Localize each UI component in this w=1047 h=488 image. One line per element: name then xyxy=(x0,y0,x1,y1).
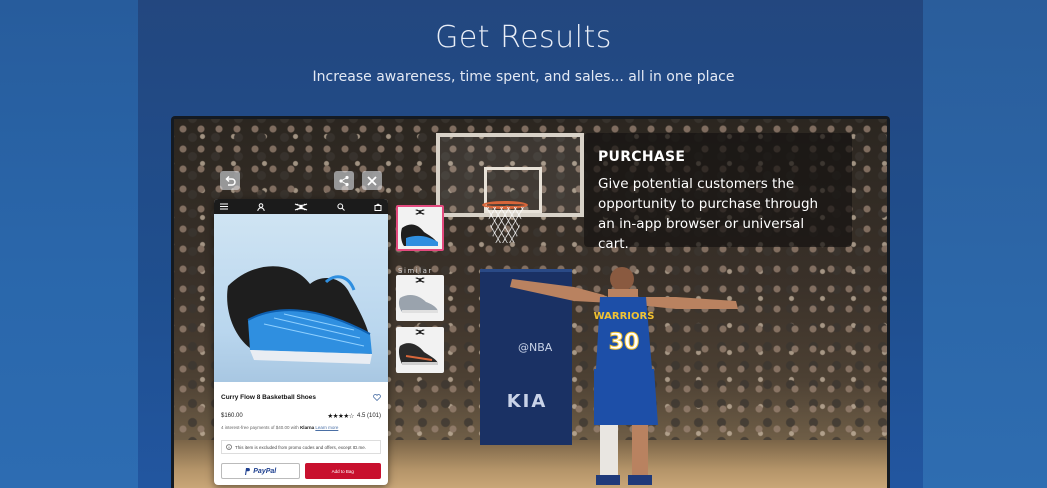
paypal-label: PayPal xyxy=(253,467,277,475)
rating-stars: ★★★★☆ xyxy=(327,413,354,420)
brand-logo-icon[interactable] xyxy=(294,202,308,211)
device-frame: @NBA KIA WARRIORS 30 PURCHASE Give poten… xyxy=(171,116,890,488)
product-rating[interactable]: ★★★★☆ 4.5 (101) xyxy=(327,412,381,420)
share-button[interactable] xyxy=(334,171,354,190)
exclusion-text: This item is excluded from promo codes a… xyxy=(235,444,366,450)
product-browser-panel: Curry Flow 8 Basketball Shoes $160.00 ★★… xyxy=(214,199,388,485)
page-title: Get Results xyxy=(435,20,612,55)
share-icon xyxy=(339,175,349,186)
paypal-button[interactable]: PayPal xyxy=(221,463,300,479)
shoe-thumbnail-icon xyxy=(398,343,438,365)
close-button[interactable] xyxy=(362,171,382,190)
bag-icon[interactable] xyxy=(374,203,382,211)
purchase-info-card: PURCHASE Give potential customers the op… xyxy=(584,133,852,252)
favorite-heart-icon[interactable] xyxy=(373,388,381,406)
klarna-brand: Klarna xyxy=(300,425,315,430)
product-thumbnail-1[interactable] xyxy=(396,205,444,251)
product-thumbnail-2[interactable] xyxy=(396,275,444,321)
browser-nav-bar xyxy=(214,199,388,214)
page-subtitle: Increase awareness, time spent, and sale… xyxy=(312,69,735,85)
product-image xyxy=(214,214,388,382)
shoe-thumbnail-icon xyxy=(398,295,438,313)
rating-text: 4.5 (101) xyxy=(356,413,381,419)
product-thumbnail-3[interactable] xyxy=(396,327,444,373)
brand-logo-icon xyxy=(398,207,442,216)
account-icon[interactable] xyxy=(257,202,265,211)
installments-note: 4 interest-free payments of $40.00 with … xyxy=(221,425,381,430)
learn-more-link[interactable]: Learn more xyxy=(315,425,338,430)
close-icon xyxy=(367,175,377,186)
shoe-thumbnail-icon xyxy=(400,224,438,246)
back-button[interactable] xyxy=(220,171,240,190)
info-icon xyxy=(226,444,232,450)
brand-logo-icon xyxy=(396,275,444,284)
jersey-team-text: WARRIORS xyxy=(594,311,655,322)
player-figure: WARRIORS 30 xyxy=(510,267,738,485)
installments-text: 4 interest-free payments of $40.00 with xyxy=(221,425,299,430)
paypal-icon xyxy=(245,467,251,475)
info-card-title: PURCHASE xyxy=(598,149,686,165)
promo-exclusion-note: This item is excluded from promo codes a… xyxy=(221,440,381,454)
brand-logo-icon xyxy=(396,327,444,336)
search-icon[interactable] xyxy=(337,202,345,211)
checkout-buttons: PayPal Add to Bag xyxy=(221,463,381,479)
jersey-number: 30 xyxy=(609,330,640,355)
similar-label: Similar xyxy=(398,267,433,275)
shoe-image xyxy=(227,266,372,364)
video-screen: @NBA KIA WARRIORS 30 PURCHASE Give poten… xyxy=(174,119,887,488)
back-icon xyxy=(225,175,236,186)
menu-icon[interactable] xyxy=(220,203,228,210)
product-price: $160.00 xyxy=(221,413,243,419)
add-to-bag-button[interactable]: Add to Bag xyxy=(304,463,381,479)
info-card-body: Give potential customers the opportunity… xyxy=(598,176,819,252)
product-details: Curry Flow 8 Basketball Shoes $160.00 ★★… xyxy=(214,382,388,454)
product-name: Curry Flow 8 Basketball Shoes xyxy=(221,393,317,401)
